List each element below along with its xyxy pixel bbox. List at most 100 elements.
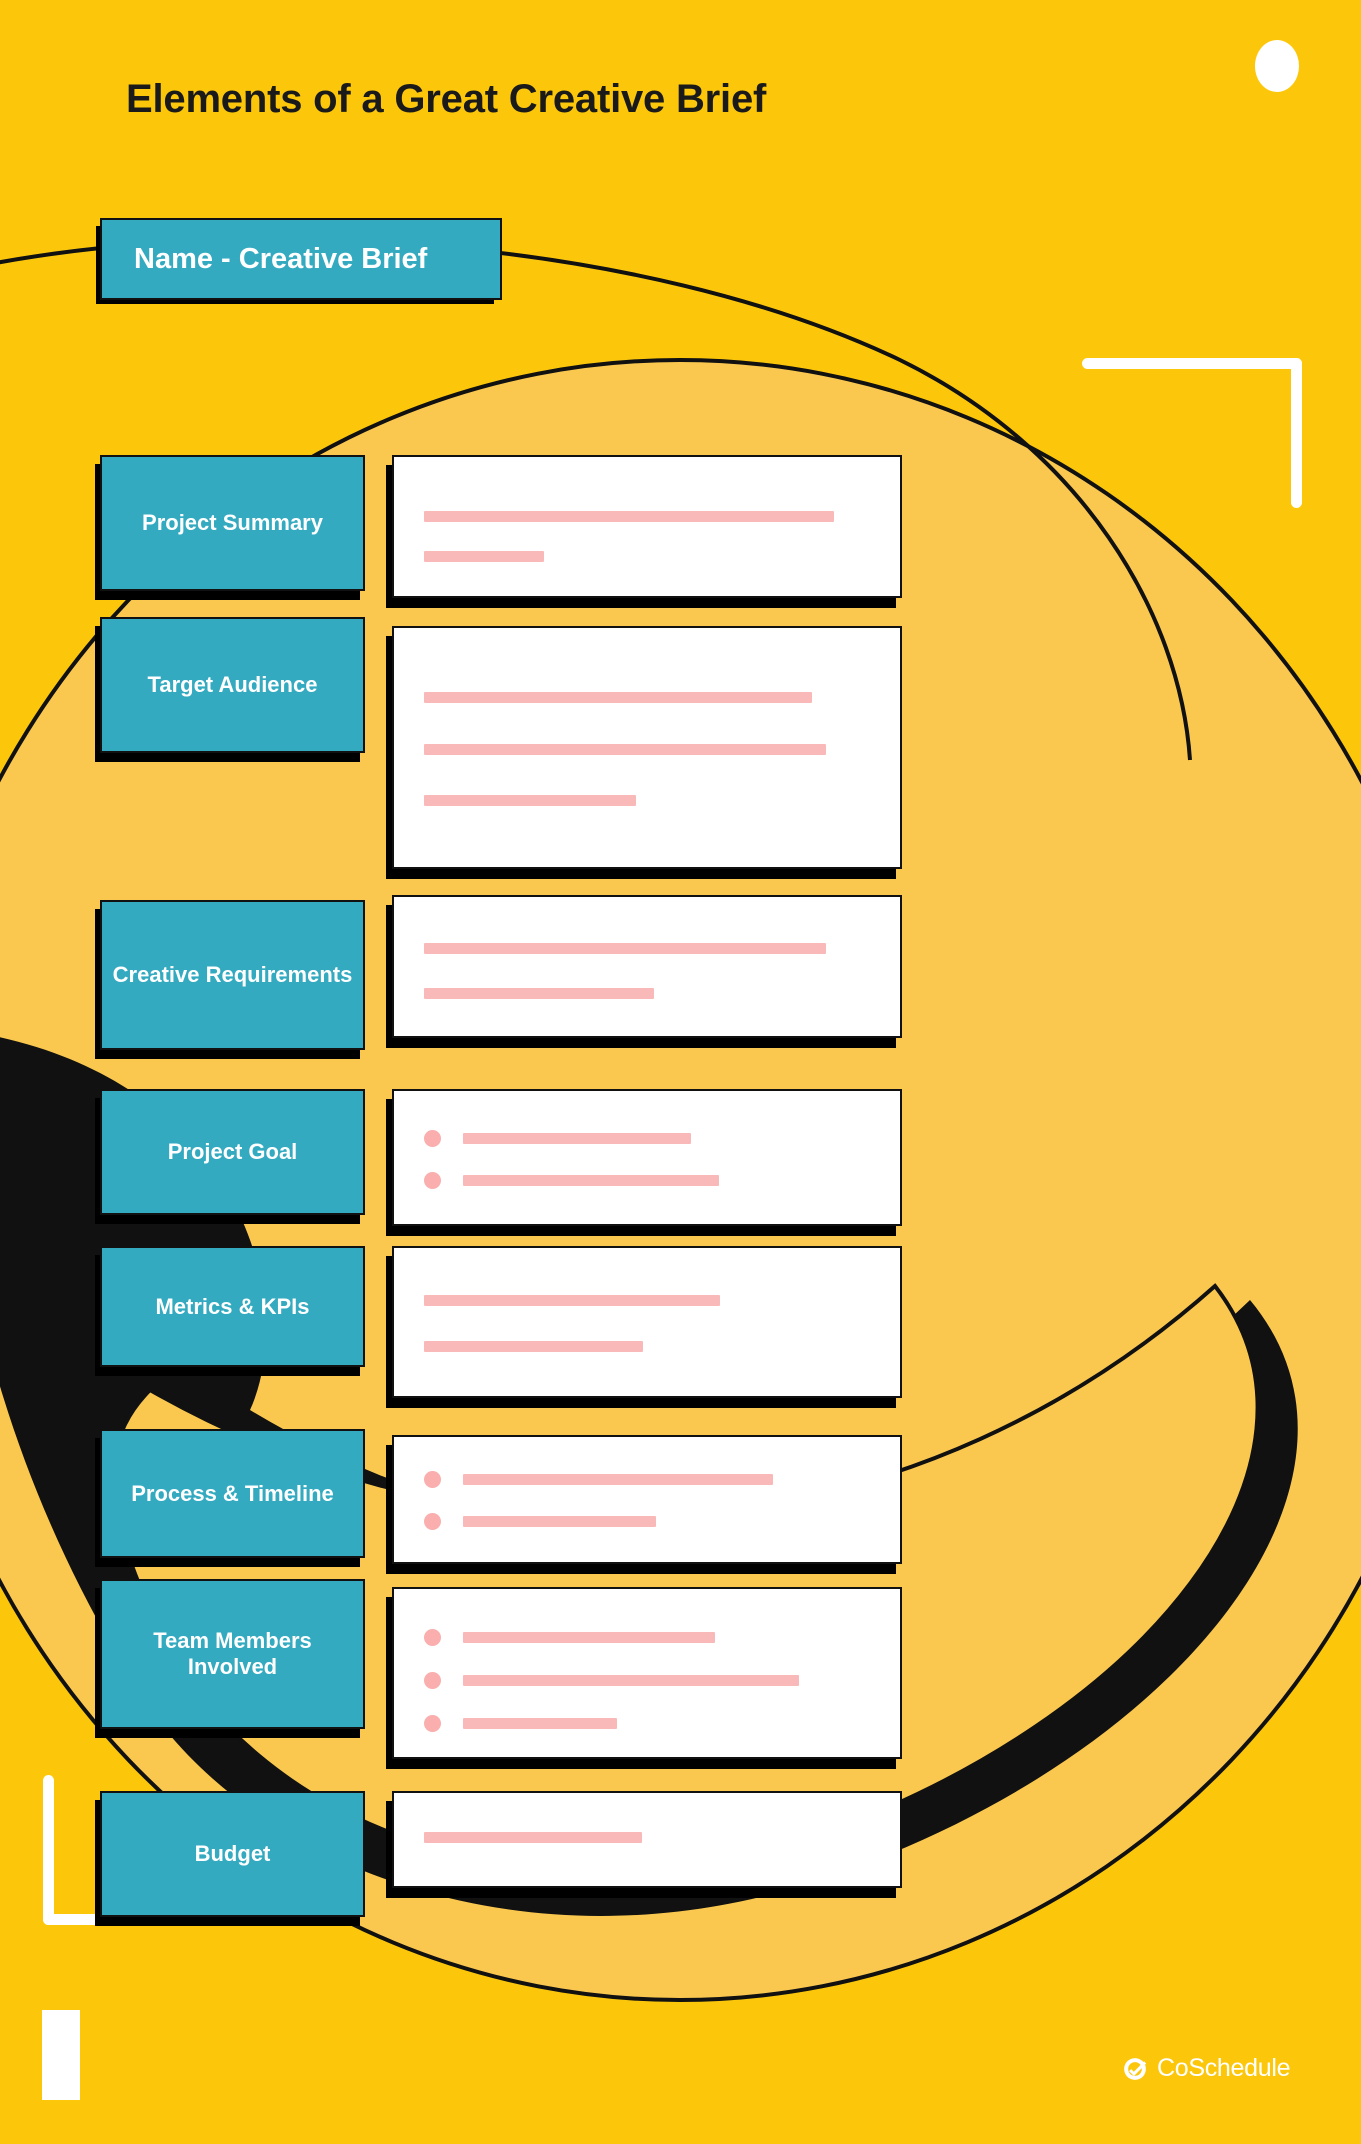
placeholder-bar — [463, 1718, 617, 1729]
placeholder-bar — [463, 1133, 691, 1144]
chip-face: Name - Creative Brief — [100, 218, 502, 300]
row-label-face: Project Summary — [100, 455, 365, 591]
content-lines — [394, 1793, 900, 1886]
row-content-box[interactable] — [386, 1791, 902, 1898]
decor-dot — [1255, 40, 1299, 92]
bullet-dot-icon — [424, 1130, 441, 1147]
content-line — [424, 1130, 691, 1147]
row-content-face — [392, 1246, 902, 1398]
row-label-box[interactable]: Project Goal — [95, 1089, 365, 1224]
row-content-face — [392, 1587, 902, 1759]
bullet-dot-icon — [424, 1172, 441, 1189]
corner-bracket-top-right — [1082, 358, 1302, 508]
placeholder-bar — [463, 1675, 799, 1686]
content-line — [424, 988, 654, 999]
placeholder-bar — [463, 1175, 719, 1186]
page-title: Elements of a Great Creative Brief — [126, 77, 767, 121]
row-label-box[interactable]: Process & Timeline — [95, 1429, 365, 1567]
content-line — [424, 1341, 643, 1352]
row-label-face: Project Goal — [100, 1089, 365, 1215]
bullet-dot-icon — [424, 1715, 441, 1732]
placeholder-bar — [424, 1295, 720, 1306]
content-line — [424, 1715, 617, 1732]
placeholder-bar — [424, 692, 812, 703]
row-content-box[interactable] — [386, 1435, 902, 1574]
brand-name: CoSchedule — [1157, 2054, 1291, 2082]
row-content-face — [392, 626, 902, 869]
content-line — [424, 692, 812, 703]
row-label-face: Team Members Involved — [100, 1579, 365, 1729]
check-circle-icon — [1124, 2057, 1147, 2080]
placeholder-bar — [424, 744, 826, 755]
content-line — [424, 1172, 719, 1189]
content-line — [424, 551, 544, 562]
row-label-face: Creative Requirements — [100, 900, 365, 1050]
content-lines — [394, 1437, 900, 1562]
placeholder-bar — [424, 988, 654, 999]
row-content-box[interactable] — [386, 455, 902, 608]
row-label-box[interactable]: Team Members Involved — [95, 1579, 365, 1738]
row-label-text: Metrics & KPIs — [155, 1293, 310, 1319]
chip-label: Name - Creative Brief — [134, 242, 428, 275]
row-label-face: Target Audience — [100, 617, 365, 753]
row-content-face — [392, 1089, 902, 1226]
row-content-face — [392, 455, 902, 598]
row-label-box[interactable]: Budget — [95, 1791, 365, 1926]
content-line — [424, 744, 826, 755]
row-label-face: Budget — [100, 1791, 365, 1917]
row-label-text: Project Goal — [167, 1139, 298, 1165]
content-line — [424, 1629, 715, 1646]
placeholder-bar — [424, 943, 826, 954]
content-line — [424, 1672, 799, 1689]
content-lines — [394, 457, 900, 596]
content-line — [424, 511, 834, 522]
row-label-text: Project Summary — [142, 510, 323, 536]
bullet-dot-icon — [424, 1672, 441, 1689]
row-label-text: Target Audience — [147, 672, 318, 698]
content-line — [424, 1471, 773, 1488]
placeholder-bar — [424, 795, 636, 806]
row-content-box[interactable] — [386, 895, 902, 1048]
content-line — [424, 1513, 656, 1530]
placeholder-bar — [424, 1832, 642, 1843]
row-content-face — [392, 1435, 902, 1564]
bullet-dot-icon — [424, 1513, 441, 1530]
content-line — [424, 1295, 720, 1306]
content-lines — [394, 628, 900, 867]
placeholder-bar — [424, 511, 834, 522]
placeholder-bar — [424, 1341, 643, 1352]
row-label-box[interactable]: Creative Requirements — [95, 900, 365, 1059]
row-content-box[interactable] — [386, 1587, 902, 1769]
row-content-box[interactable] — [386, 626, 902, 879]
row-content-face — [392, 895, 902, 1038]
row-label-box[interactable]: Target Audience — [95, 617, 365, 762]
bullet-dot-icon — [424, 1629, 441, 1646]
content-line — [424, 795, 636, 806]
brief-name-chip: Name - Creative Brief — [96, 218, 502, 304]
row-content-face — [392, 1791, 902, 1888]
row-label-text: Process & Timeline — [131, 1480, 334, 1506]
row-label-text: Team Members Involved — [153, 1628, 312, 1679]
placeholder-bar — [463, 1516, 656, 1527]
row-label-text: Budget — [194, 1841, 271, 1867]
bullet-dot-icon — [424, 1471, 441, 1488]
decor-tab — [42, 2010, 80, 2100]
placeholder-bar — [424, 551, 544, 562]
row-label-box[interactable]: Project Summary — [95, 455, 365, 600]
row-label-text: Creative Requirements — [112, 962, 353, 988]
brand-logo: CoSchedule — [1122, 2054, 1291, 2083]
content-lines — [394, 897, 900, 1036]
row-label-face: Metrics & KPIs — [100, 1246, 365, 1367]
row-label-face: Process & Timeline — [100, 1429, 365, 1558]
row-content-box[interactable] — [386, 1246, 902, 1408]
content-line — [424, 943, 826, 954]
infographic-canvas: Elements of a Great Creative Brief Name … — [0, 0, 1361, 2144]
content-lines — [394, 1091, 900, 1224]
row-content-box[interactable] — [386, 1089, 902, 1236]
row-label-box[interactable]: Metrics & KPIs — [95, 1246, 365, 1376]
placeholder-bar — [463, 1474, 773, 1485]
placeholder-bar — [463, 1632, 715, 1643]
content-lines — [394, 1589, 900, 1757]
content-line — [424, 1832, 642, 1843]
content-lines — [394, 1248, 900, 1396]
